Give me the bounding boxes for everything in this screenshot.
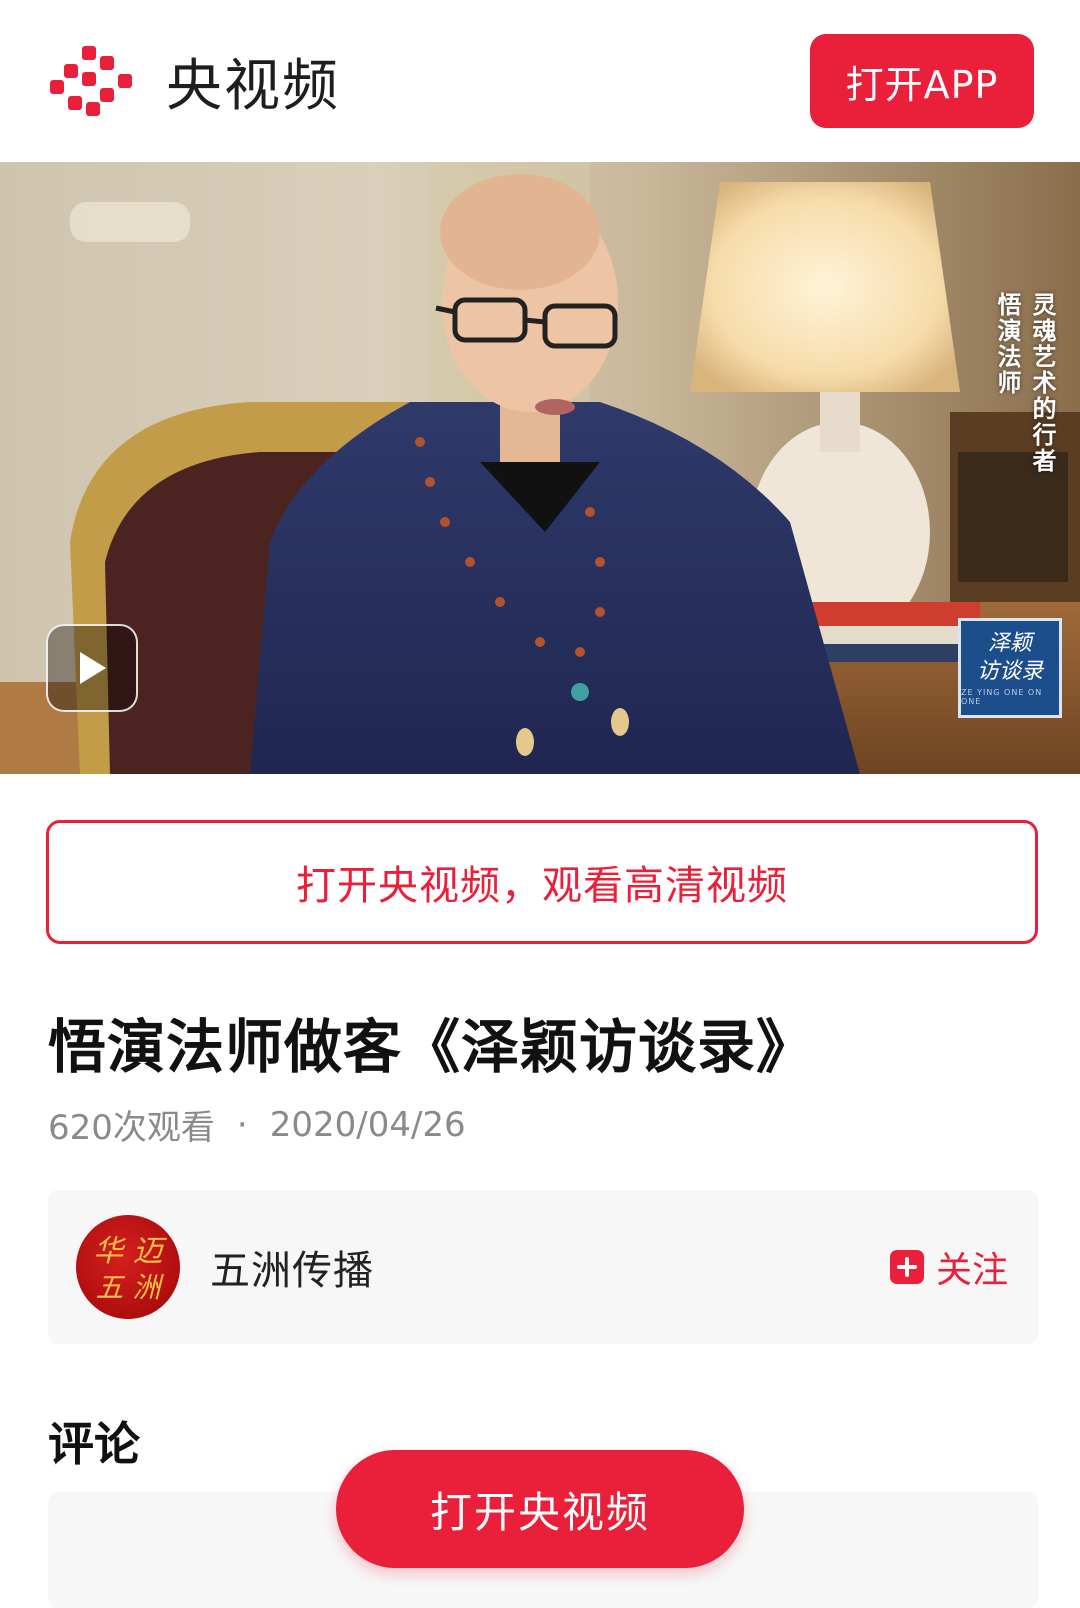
show-logo-badge: 泽颖 访谈录 ZE YING ONE ON ONE	[958, 618, 1062, 718]
caption-line-1: 灵魂艺术的行者	[1028, 292, 1056, 474]
video-caption: 灵魂艺术的行者 悟演法师	[993, 292, 1060, 474]
top-bar: 央视频 打开APP	[0, 0, 1080, 162]
open-app-button[interactable]: 打开APP	[810, 34, 1034, 128]
meta-separator: ·	[236, 1104, 248, 1145]
follow-label: 关注	[935, 1250, 1008, 1291]
play-button[interactable]	[46, 624, 138, 712]
video-title: 悟演法师做客《泽颖访谈录》	[48, 1013, 816, 1081]
video-frame-image	[0, 162, 1080, 774]
follow-button[interactable]: 关注	[889, 1241, 1008, 1293]
svg-text:五 洲: 五 洲	[96, 1271, 165, 1304]
video-player[interactable]: 灵魂艺术的行者 悟演法师 泽颖 访谈录 ZE YING ONE ON ONE	[0, 162, 1080, 774]
author-avatar[interactable]: 华 迈 五 洲	[76, 1215, 180, 1319]
svg-text:华 迈: 华 迈	[93, 1234, 168, 1269]
brand-name: 央视频	[166, 53, 340, 119]
watch-hd-banner[interactable]: 打开央视频，观看高清视频	[46, 820, 1038, 944]
brand[interactable]: 央视频	[48, 41, 340, 122]
video-meta: 620次观看 · 2020/04/26	[48, 1100, 466, 1149]
plus-icon	[889, 1250, 924, 1284]
cctv-logo-icon	[50, 46, 132, 116]
comments-heading: 评论	[48, 1417, 140, 1471]
badge-line-2: 访谈录	[976, 659, 1043, 684]
caption-line-2: 悟演法师	[993, 292, 1021, 396]
author-logo-icon: 华 迈 五 洲	[93, 1234, 168, 1304]
badge-line-1: 泽颖	[987, 631, 1032, 656]
author-card[interactable]: 华 迈 五 洲 五洲传播 关注	[48, 1190, 1038, 1344]
badge-subtitle: ZE YING ONE ON ONE	[961, 688, 1043, 706]
publish-date: 2020/04/26	[269, 1104, 466, 1145]
page: 央视频 打开APP 灵魂艺术的行者 悟演法师 泽颖 访谈录 ZE YING ON…	[0, 0, 1080, 1608]
play-icon	[80, 652, 106, 684]
author-name[interactable]: 五洲传播	[210, 1238, 890, 1296]
open-cctv-button[interactable]: 打开央视频	[336, 1450, 744, 1568]
view-count: 620次观看	[48, 1108, 215, 1148]
